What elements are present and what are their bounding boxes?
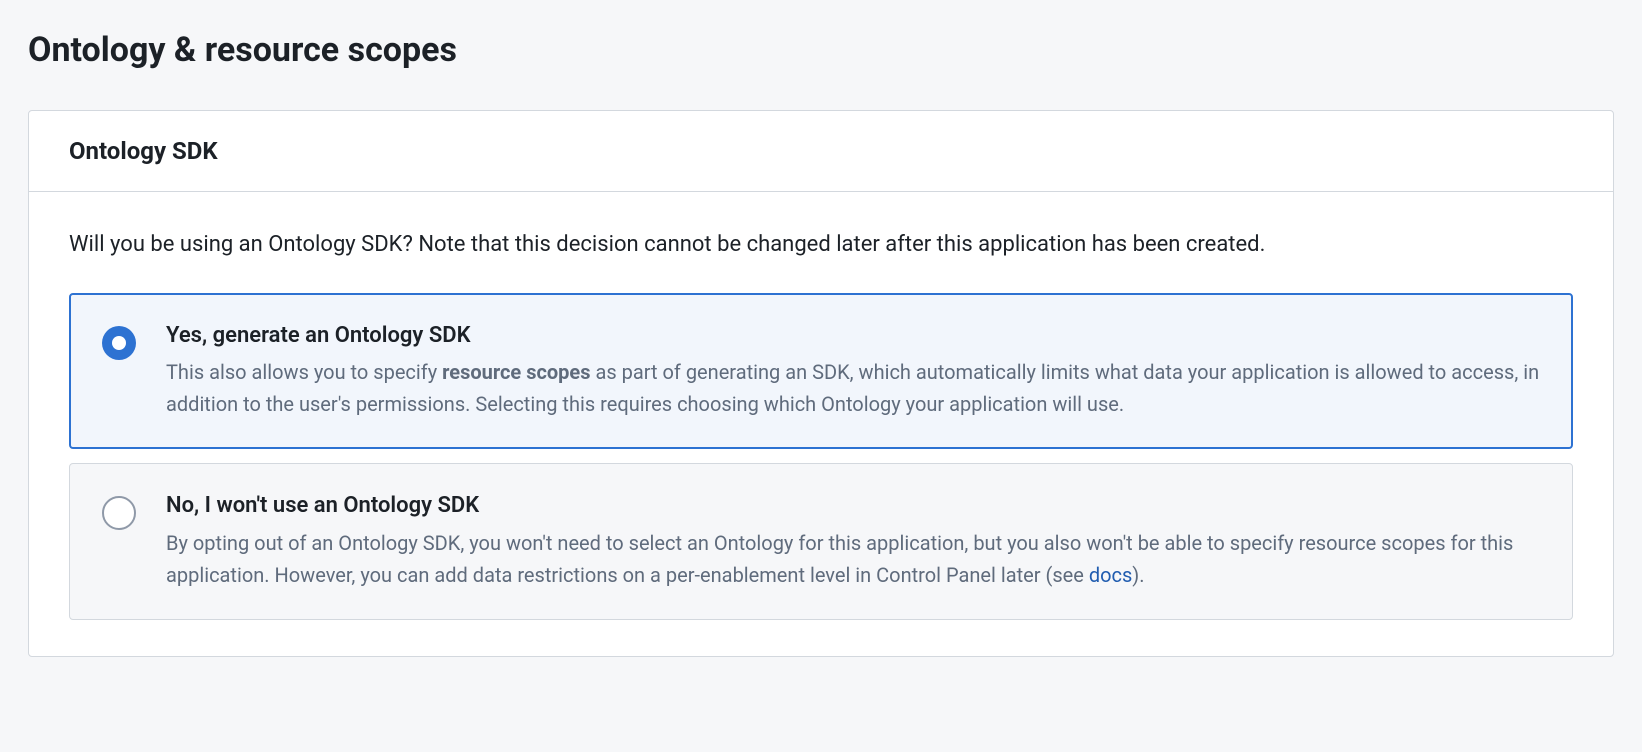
- radio-button-icon: [102, 326, 136, 360]
- radio-button-icon: [102, 496, 136, 530]
- radio-content-yes: Yes, generate an Ontology SDK This also …: [166, 322, 1540, 421]
- radio-title-no: No, I won't use an Ontology SDK: [166, 492, 1540, 521]
- docs-link[interactable]: docs: [1089, 563, 1132, 587]
- card-header: Ontology SDK: [29, 111, 1613, 192]
- card-header-title: Ontology SDK: [69, 137, 1573, 165]
- radio-desc-no-after: ).: [1132, 563, 1144, 587]
- radio-title-yes: Yes, generate an Ontology SDK: [166, 322, 1540, 351]
- radio-content-no: No, I won't use an Ontology SDK By optin…: [166, 492, 1540, 591]
- page-title: Ontology & resource scopes: [28, 30, 1614, 70]
- radio-desc-yes-before: This also allows you to specify: [166, 360, 442, 384]
- card-body: Will you be using an Ontology SDK? Note …: [29, 192, 1613, 656]
- radio-desc-yes: This also allows you to specify resource…: [166, 356, 1540, 420]
- radio-option-no[interactable]: No, I won't use an Ontology SDK By optin…: [69, 463, 1573, 620]
- radio-desc-no-before: By opting out of an Ontology SDK, you wo…: [166, 531, 1513, 587]
- ontology-sdk-card: Ontology SDK Will you be using an Ontolo…: [28, 110, 1614, 657]
- radio-desc-no: By opting out of an Ontology SDK, you wo…: [166, 527, 1540, 591]
- radio-desc-yes-bold: resource scopes: [442, 360, 590, 384]
- radio-option-yes[interactable]: Yes, generate an Ontology SDK This also …: [69, 293, 1573, 450]
- question-text: Will you be using an Ontology SDK? Note …: [69, 230, 1573, 261]
